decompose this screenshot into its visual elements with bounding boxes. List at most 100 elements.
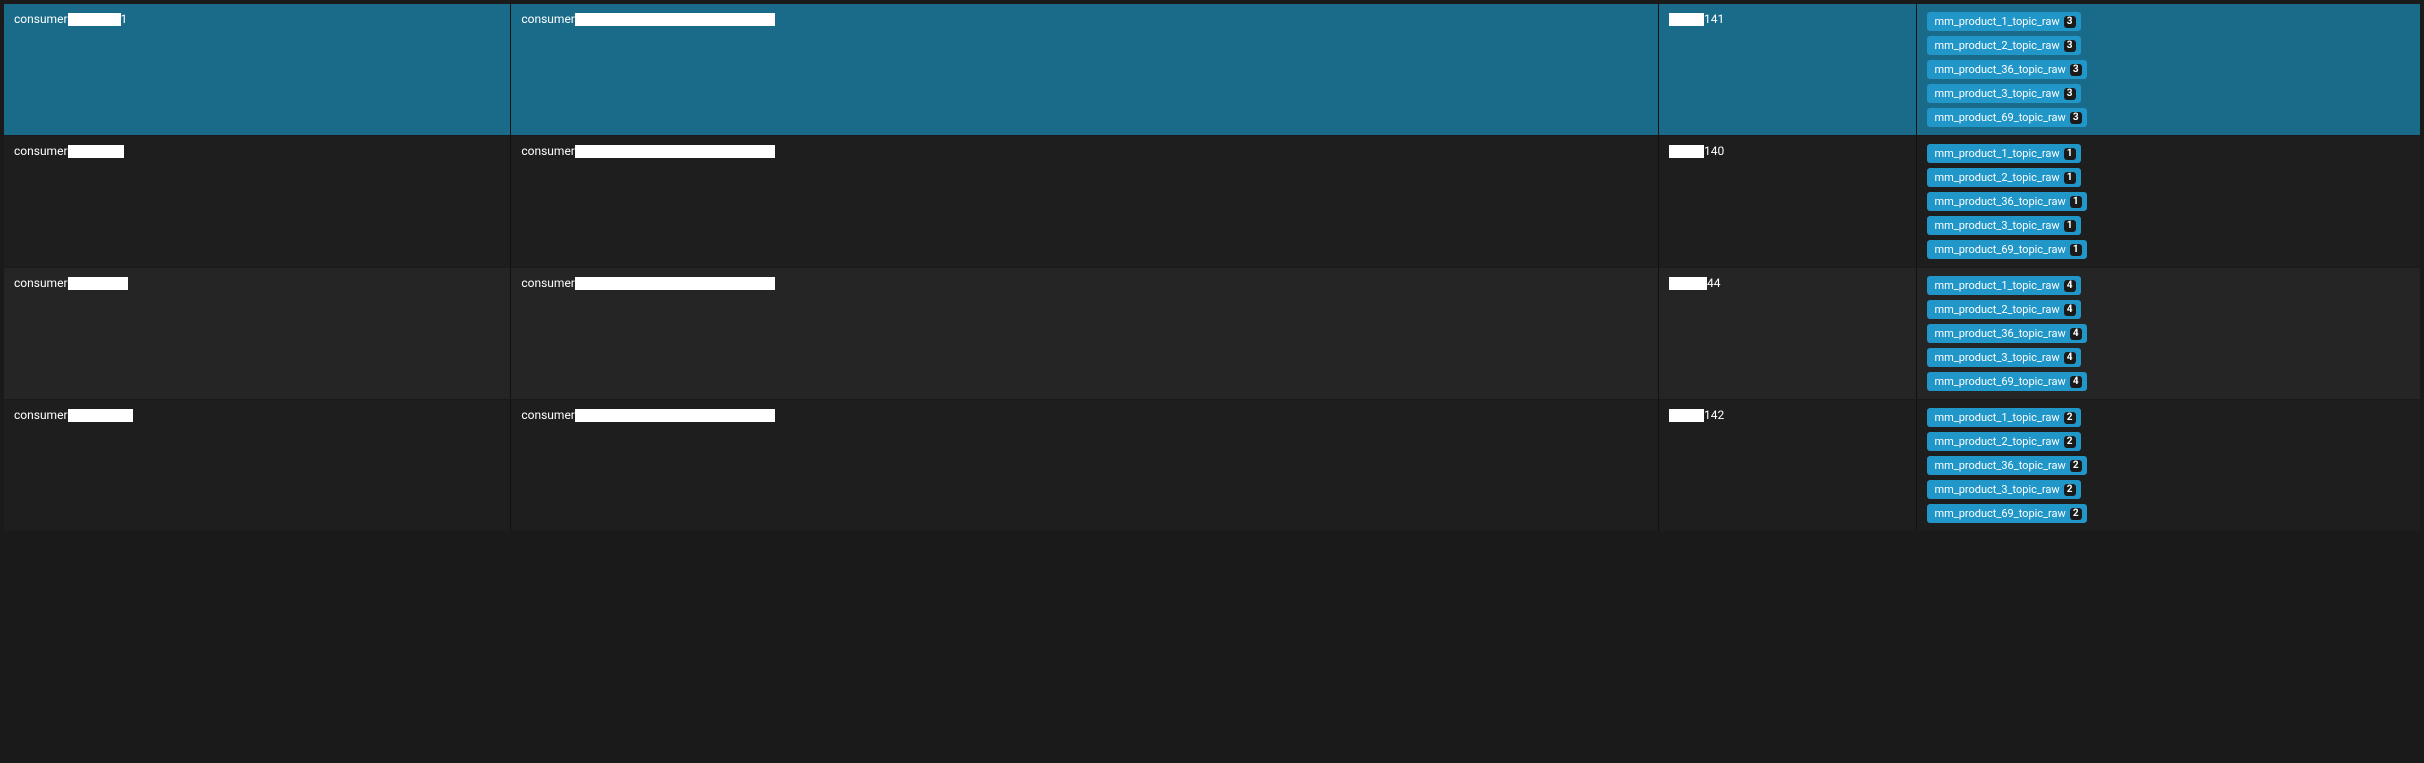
redacted-box (1669, 13, 1704, 26)
topic-count: 3 (2070, 112, 2082, 124)
topic-badge[interactable]: mm_product_3_topic_raw 4 (1927, 348, 2080, 367)
redacted-box (575, 409, 775, 422)
topic-name: mm_product_1_topic_raw (1934, 147, 2059, 160)
topic-count: 2 (2064, 484, 2076, 496)
host-cell: 141 (1659, 4, 1918, 135)
topic-badge[interactable]: mm_product_2_topic_raw1 (1927, 168, 2080, 187)
table-row[interactable]: consumerconsumer44mm_product_1_topic_raw… (4, 268, 2420, 400)
consumer-prefix: consumer (14, 12, 68, 26)
topic-list: mm_product_1_topic_raw2mm_product_2_topi… (1927, 408, 2410, 523)
consumer-detail-cell: consumer (511, 4, 1659, 135)
consumer-detail-cell: consumer (511, 400, 1659, 531)
host-suffix: 44 (1707, 276, 1721, 290)
topic-badge[interactable]: mm_product_2_topic_raw 3 (1927, 36, 2080, 55)
topic-badge[interactable]: mm_product_36_topic_raw 4 (1927, 324, 2086, 343)
consumer-detail-cell: consumer (511, 136, 1659, 267)
redacted-box (68, 13, 121, 26)
topic-count: 3 (2064, 88, 2076, 100)
topic-badge[interactable]: mm_product_36_topic_raw3 (1927, 60, 2086, 79)
table-row[interactable]: consumer consumer 142 mm_product_1_topic_ra… (4, 400, 2420, 532)
topic-badge[interactable]: mm_product_36_topic_raw 1 (1927, 192, 2086, 211)
host-suffix: 142 (1704, 408, 1724, 422)
topic-badge[interactable]: mm_product_69_topic_raw 2 (1927, 504, 2086, 523)
topic-name: mm_product_69_topic_raw (1934, 111, 2065, 124)
topic-count: 3 (2064, 40, 2076, 52)
topics-cell: mm_product_1_topic_raw 1 mm_product_2_topi… (1917, 136, 2420, 267)
redacted-box (1669, 409, 1704, 422)
topic-name: mm_product_2_topic_raw (1934, 435, 2059, 448)
topic-badge[interactable]: mm_product_1_topic_raw 2 (1927, 408, 2080, 427)
topic-count: 2 (2070, 460, 2082, 472)
consumer-detail-prefix: consumer (521, 276, 575, 290)
topic-name: mm_product_1_topic_raw (1934, 15, 2059, 28)
topic-badge[interactable]: mm_product_69_topic_raw 1 (1927, 240, 2086, 259)
table-row[interactable]: consumer consumer 140 mm_product_1_topic_ra… (4, 136, 2420, 268)
topic-name: mm_product_2_topic_raw (1934, 171, 2059, 184)
consumer-prefix: consumer (14, 276, 68, 290)
host-cell: 142 (1659, 400, 1918, 531)
consumer-detail-prefix: consumer (521, 12, 575, 26)
redacted-box (68, 409, 133, 422)
topic-name: mm_product_2_topic_raw (1934, 39, 2059, 52)
topic-badge[interactable]: mm_product_1_topic_raw 1 (1927, 144, 2080, 163)
redacted-box (575, 277, 775, 290)
topic-badge[interactable]: mm_product_69_topic_raw 3 (1927, 108, 2086, 127)
consumer-detail-prefix: consumer (521, 408, 575, 422)
topic-badge[interactable]: mm_product_3_topic_raw 1 (1927, 216, 2080, 235)
topic-count: 4 (2070, 376, 2082, 388)
topic-count: 4 (2064, 280, 2076, 292)
consumer-prefix: consumer (14, 144, 68, 158)
topic-badge[interactable]: mm_product_1_topic_raw 4 (1927, 276, 2080, 295)
topic-name: mm_product_36_topic_raw (1934, 459, 2065, 472)
host-suffix: 141 (1704, 12, 1724, 26)
topic-name: mm_product_36_topic_raw (1934, 195, 2065, 208)
topic-badge[interactable]: mm_product_3_topic_raw 3 (1927, 84, 2080, 103)
topic-badge[interactable]: mm_product_69_topic_raw4 (1927, 372, 2086, 391)
topic-count: 4 (2064, 304, 2076, 316)
topic-badge[interactable]: mm_product_1_topic_raw 3 (1927, 12, 2080, 31)
topic-count: 1 (2070, 196, 2082, 208)
consumer-detail-cell: consumer (511, 268, 1659, 399)
consumer-suffix: 1 (121, 12, 128, 26)
topic-badge[interactable]: mm_product_3_topic_raw 2 (1927, 480, 2080, 499)
consumer-id-cell: consumer (4, 136, 511, 267)
topic-count: 4 (2070, 328, 2082, 340)
topic-count: 2 (2064, 412, 2076, 424)
host-suffix: 140 (1704, 144, 1724, 158)
topic-name: mm_product_3_topic_raw (1934, 219, 2059, 232)
topic-count: 2 (2064, 436, 2076, 448)
consumer-detail-prefix: consumer (521, 144, 575, 158)
consumer-id-cell: consumer (4, 400, 511, 531)
topic-name: mm_product_3_topic_raw (1934, 351, 2059, 364)
host-cell: 140 (1659, 136, 1918, 267)
topic-count: 3 (2064, 16, 2076, 28)
topics-cell: mm_product_1_topic_raw4mm_product_2_topi… (1917, 268, 2420, 399)
topic-list: mm_product_1_topic_raw4mm_product_2_topi… (1927, 276, 2410, 391)
topic-name: mm_product_69_topic_raw (1934, 507, 2065, 520)
topic-name: mm_product_36_topic_raw (1934, 327, 2065, 340)
topic-badge[interactable]: mm_product_2_topic_raw 4 (1927, 300, 2080, 319)
topic-count: 1 (2064, 220, 2076, 232)
redacted-box (68, 145, 124, 158)
consumer-table: consumer1consumer141mm_product_1_topic_r… (4, 4, 2420, 532)
topics-cell: mm_product_1_topic_raw3mm_product_2_topi… (1917, 4, 2420, 135)
topic-count: 1 (2064, 148, 2076, 160)
topic-name: mm_product_3_topic_raw (1934, 87, 2059, 100)
topic-badge[interactable]: mm_product_2_topic_raw 2 (1927, 432, 2080, 451)
redacted-box (1669, 145, 1704, 158)
table-row[interactable]: consumer 1 consumer 141 mm_product_1_topic_r… (4, 4, 2420, 136)
topic-count: 2 (2070, 508, 2082, 520)
topic-name: mm_product_1_topic_raw (1934, 411, 2059, 424)
topic-name: mm_product_3_topic_raw (1934, 483, 2059, 496)
topic-count: 4 (2064, 352, 2076, 364)
topic-count: 1 (2070, 244, 2082, 256)
topic-name: mm_product_69_topic_raw (1934, 243, 2065, 256)
topic-list: mm_product_1_topic_raw 1 mm_product_2_topi… (1927, 144, 2410, 259)
topic-badge[interactable]: mm_product_36_topic_raw 2 (1927, 456, 2086, 475)
topic-name: mm_product_2_topic_raw (1934, 303, 2059, 316)
topics-cell: mm_product_1_topic_raw2mm_product_2_topi… (1917, 400, 2420, 531)
redacted-box (68, 277, 128, 290)
topic-name: mm_product_1_topic_raw (1934, 279, 2059, 292)
host-cell: 44 (1659, 268, 1918, 399)
redacted-box (575, 145, 775, 158)
